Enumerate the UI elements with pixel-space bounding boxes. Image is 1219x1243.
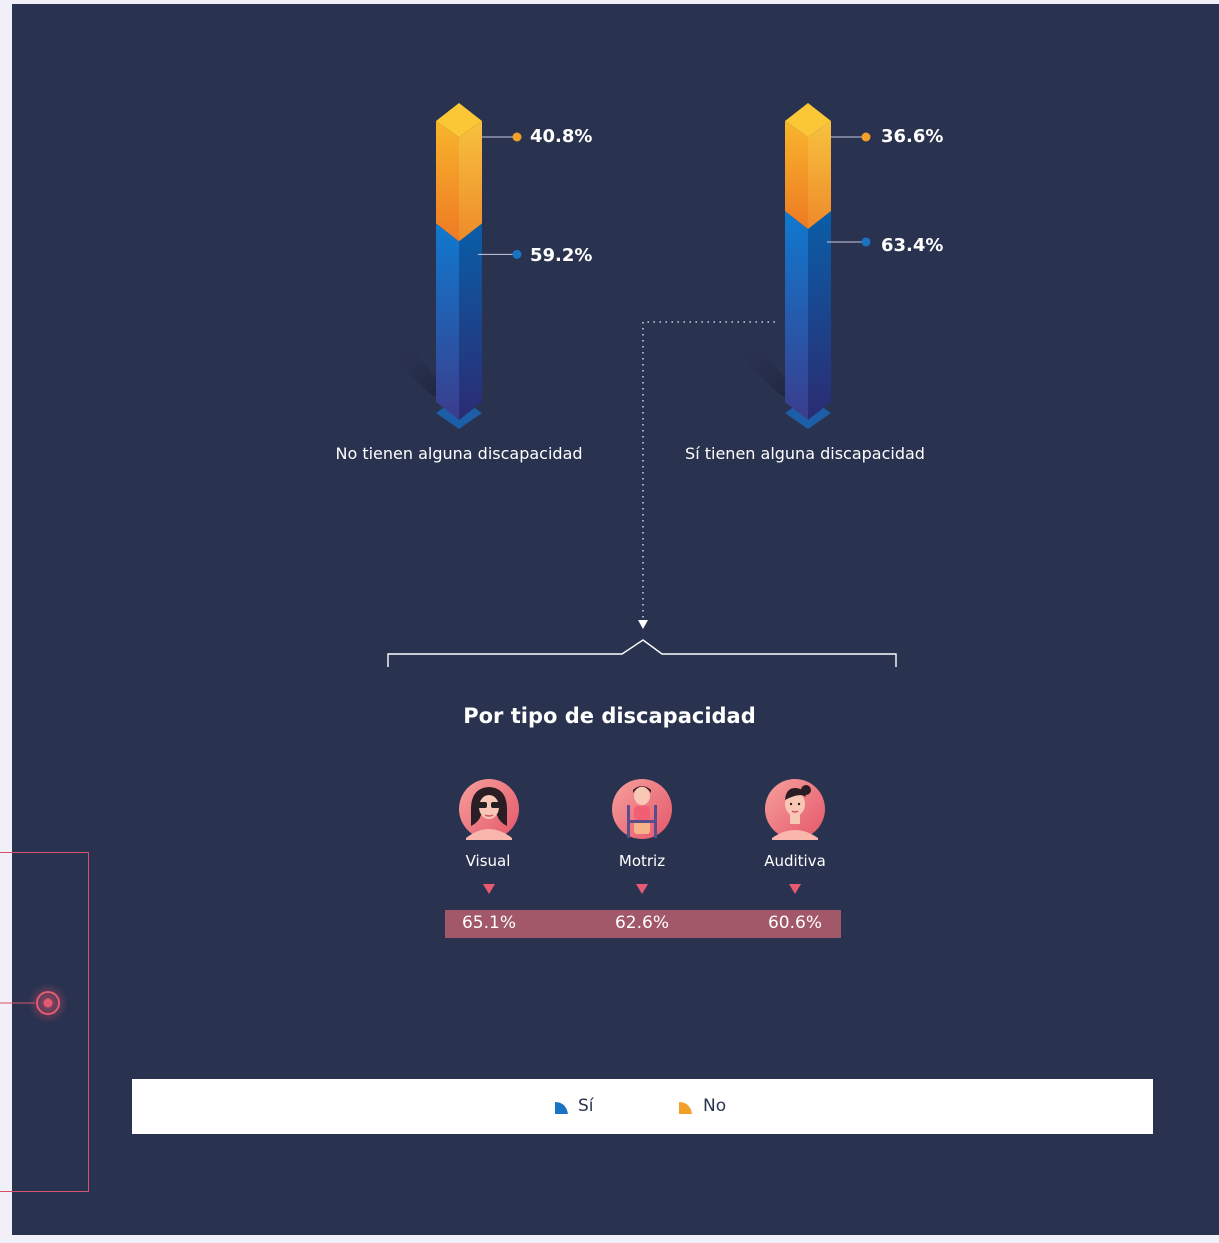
avatar-visual-icon [459,779,519,840]
legend-label-no[interactable]: No [703,1096,726,1116]
down-arrow-icon [789,884,801,894]
bar-1-no-segment [436,121,459,242]
legend-label-si[interactable]: Sí [578,1096,594,1116]
bracket [387,639,897,667]
type-value-visual: 65.1% [461,913,517,933]
bar-1-no-segment-side [459,121,482,242]
legend: Sí No [132,1079,1153,1134]
bar1-no-value: 40.8% [530,126,593,147]
bar-2-si-dot [861,237,871,247]
chart-svg [0,103,897,1023]
bar-2-si-segment [785,210,808,420]
down-arrow-icon [483,884,495,894]
type-label-motriz: Motriz [618,852,666,870]
chart-stage: 40.8% 59.2% 36.6% 63.4% No tienen alguna… [0,0,1219,1243]
category-label-no-discapacidad: No tienen alguna discapacidad [335,444,583,463]
bar-1-si-segment-side [459,223,482,420]
legend-swatch-si-icon [555,1102,568,1114]
bar-2-no-dot [861,132,871,142]
bar-1-no-dot [512,132,522,142]
section-title: Por tipo de discapacidad [463,704,756,728]
bar-2-no-segment-side [808,121,831,229]
type-label-auditiva: Auditiva [764,852,826,870]
type-value-motriz: 62.6% [614,913,670,933]
avatar-motriz-icon [612,779,672,839]
bar-2-no-segment [785,121,808,229]
type-value-auditiva: 60.6% [767,913,823,933]
bar2-no-value: 36.6% [881,126,944,147]
type-label-visual: Visual [465,852,511,870]
category-label-si-discapacidad: Sí tienen alguna discapacidad [685,444,925,463]
down-arrow-icon [636,884,648,894]
bar2-si-value: 63.4% [881,235,944,256]
bar1-si-value: 59.2% [530,245,593,266]
bar-1-si-segment [436,223,459,420]
legend-swatch-no-icon [679,1102,692,1114]
left-frame [0,852,89,1192]
connector-arrowhead [638,620,648,629]
bar-1-si-dot [512,249,522,259]
avatar-auditiva-icon [765,779,825,840]
